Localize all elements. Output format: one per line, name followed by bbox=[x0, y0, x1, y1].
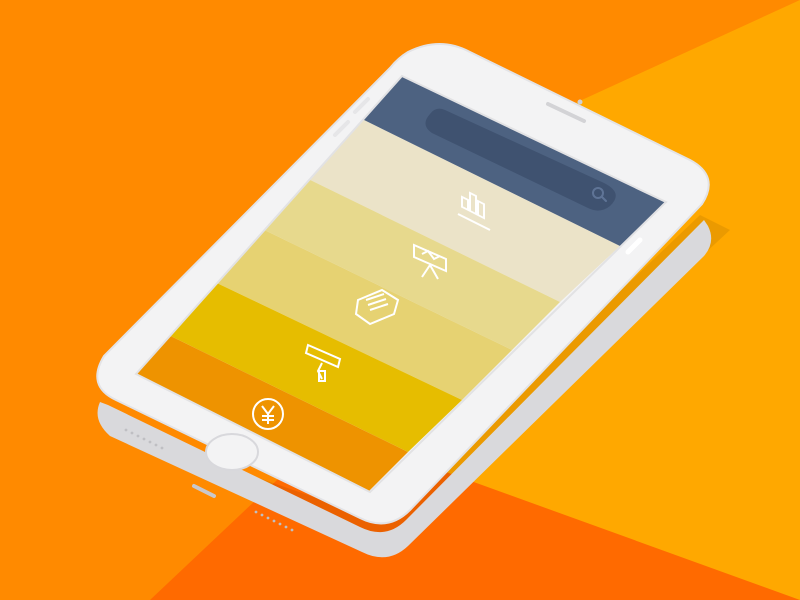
front-camera bbox=[577, 99, 583, 105]
home-button[interactable] bbox=[205, 433, 259, 471]
charging-port bbox=[192, 484, 216, 498]
phone-mockup bbox=[96, 43, 730, 558]
